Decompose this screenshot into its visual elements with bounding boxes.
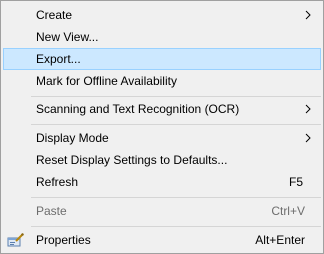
- menu-item-label: New View...: [36, 30, 99, 44]
- menu-item-reset-display[interactable]: Reset Display Settings to Defaults...: [3, 149, 321, 171]
- submenu-arrow-icon: [305, 133, 311, 143]
- menu-item-label: Create: [36, 8, 73, 22]
- menu-item-refresh[interactable]: Refresh F5: [3, 171, 321, 193]
- menu-item-paste: Paste Ctrl+V: [3, 200, 321, 222]
- menu-item-label: Properties: [36, 233, 91, 247]
- menu-item-new-view[interactable]: New View...: [3, 26, 321, 48]
- menu-item-label: Paste: [36, 204, 67, 218]
- menu-item-properties[interactable]: Properties Alt+Enter: [3, 229, 321, 251]
- submenu-arrow-icon: [305, 104, 311, 114]
- menu-item-mark-offline[interactable]: Mark for Offline Availability: [3, 70, 321, 92]
- submenu-arrow-icon: [305, 10, 311, 20]
- menu-item-ocr[interactable]: Scanning and Text Recognition (OCR): [3, 98, 321, 120]
- menu-item-shortcut: Alt+Enter: [255, 233, 305, 247]
- menu-item-create[interactable]: Create: [3, 4, 321, 26]
- menu-separator: [31, 197, 321, 198]
- menu-item-label: Mark for Offline Availability: [36, 74, 177, 88]
- menu-item-display-mode[interactable]: Display Mode: [3, 127, 321, 149]
- menu-item-label: Export...: [36, 52, 81, 66]
- menu-item-label: Scanning and Text Recognition (OCR): [36, 102, 240, 116]
- menu-item-export[interactable]: Export...: [3, 48, 321, 70]
- context-menu: Create New View... Export... Mark for Of…: [0, 0, 324, 254]
- menu-item-label: Reset Display Settings to Defaults...: [36, 153, 228, 167]
- menu-separator: [31, 124, 321, 125]
- menu-item-shortcut: F5: [288, 175, 303, 189]
- menu-item-label: Display Mode: [36, 131, 109, 145]
- menu-separator: [31, 226, 321, 227]
- menu-item-label: Refresh: [36, 175, 79, 189]
- properties-icon: [7, 233, 24, 247]
- menu-item-shortcut: Ctrl+V: [271, 204, 305, 218]
- menu-separator: [31, 96, 321, 97]
